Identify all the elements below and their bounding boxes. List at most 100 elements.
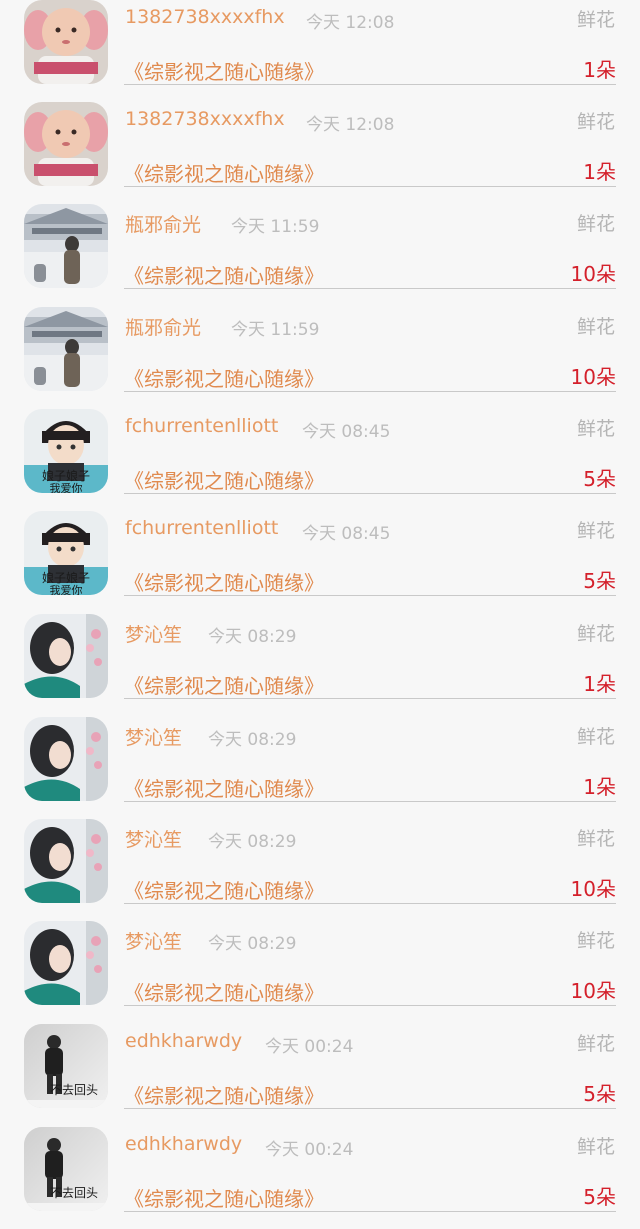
gift-count: 1朵 <box>583 58 616 82</box>
gift-type-label: 鲜花 <box>576 9 615 31</box>
username-link[interactable]: edhkharwdy <box>125 1030 242 1052</box>
work-title-link[interactable]: 《综影视之随心随缘》 <box>124 158 324 187</box>
snow-palace-avatar[interactable] <box>24 204 108 288</box>
gift-record-row[interactable]: 1382738xxxxfhx 今天 12:08 鲜花 《综影视之随心随缘》 1朵 <box>0 102 640 204</box>
gift-count: 1朵 <box>583 672 616 696</box>
timestamp: 今天 08:29 <box>208 934 297 954</box>
baby-avatar[interactable] <box>24 102 108 186</box>
gift-record-list: 1382738xxxxfhx 今天 12:08 鲜花 《综影视之随心随缘》 1朵… <box>0 0 640 1212</box>
gift-count: 10朵 <box>570 365 616 389</box>
row-divider <box>124 1005 616 1006</box>
username-link[interactable]: fchurrentenlliott <box>125 415 278 437</box>
work-title-link[interactable]: 《综影视之随心随缘》 <box>124 977 324 1006</box>
walking-man-avatar[interactable]: 不去回头 <box>24 1127 108 1211</box>
gift-count: 10朵 <box>570 262 616 286</box>
gift-record-row[interactable]: 不去回头 edhkharwdy 今天 00:24 鲜花 《综影视之随心随缘》 5… <box>0 1127 640 1229</box>
gift-count: 1朵 <box>583 775 616 799</box>
work-title-link[interactable]: 《综影视之随心随缘》 <box>124 465 324 494</box>
gift-count: 5朵 <box>583 1185 616 1209</box>
work-title-link[interactable]: 《综影视之随心随缘》 <box>124 773 324 802</box>
username-link[interactable]: edhkharwdy <box>125 1133 242 1155</box>
work-title-link[interactable]: 《综影视之随心随缘》 <box>124 1183 324 1212</box>
username-link[interactable]: fchurrentenlliott <box>125 517 278 539</box>
gift-count: 5朵 <box>583 467 616 491</box>
gift-record-row[interactable]: 瓶邪俞光 今天 11:59 鲜花 《综影视之随心随缘》 10朵 <box>0 204 640 306</box>
svg-text:我爱你: 我爱你 <box>50 482 83 493</box>
gift-type-label: 鲜花 <box>576 828 615 850</box>
work-title-link[interactable]: 《综影视之随心随缘》 <box>124 567 324 596</box>
gift-record-row[interactable]: 娘子娘子 我爱你 fchurrentenlliott 今天 08:45 鲜花 《… <box>0 409 640 511</box>
gift-type-label: 鲜花 <box>576 213 615 235</box>
girl-flowers-avatar[interactable] <box>24 717 108 801</box>
username-link[interactable]: 梦沁笙 <box>125 620 182 647</box>
gift-record-row[interactable]: 不去回头 edhkharwdy 今天 00:24 鲜花 《综影视之随心随缘》 5… <box>0 1024 640 1126</box>
username-link[interactable]: 瓶邪俞光 <box>125 313 201 340</box>
work-title-link[interactable]: 《综影视之随心随缘》 <box>124 670 324 699</box>
svg-text:不去回头: 不去回头 <box>50 1083 98 1097</box>
username-link[interactable]: 梦沁笙 <box>125 723 182 750</box>
row-divider <box>124 903 616 904</box>
gift-record-row[interactable]: 娘子娘子 我爱你 fchurrentenlliott 今天 08:45 鲜花 《… <box>0 511 640 613</box>
gift-record-row[interactable]: 1382738xxxxfhx 今天 12:08 鲜花 《综影视之随心随缘》 1朵 <box>0 0 640 102</box>
timestamp: 今天 08:29 <box>208 730 297 750</box>
gift-record-row[interactable]: 梦沁笙 今天 08:29 鲜花 《综影视之随心随缘》 1朵 <box>0 614 640 716</box>
timestamp: 今天 11:59 <box>231 320 320 340</box>
row-divider <box>124 698 616 699</box>
row-divider <box>124 801 616 802</box>
timestamp: 今天 08:45 <box>302 524 391 544</box>
girl-flowers-avatar[interactable] <box>24 819 108 903</box>
walking-man-avatar[interactable]: 不去回头 <box>24 1024 108 1108</box>
timestamp: 今天 08:29 <box>208 627 297 647</box>
svg-text:娘子娘子: 娘子娘子 <box>42 468 90 483</box>
gift-count: 1朵 <box>583 160 616 184</box>
anime-boy-avatar[interactable]: 娘子娘子 我爱你 <box>24 409 108 493</box>
row-divider <box>124 84 616 85</box>
timestamp: 今天 11:59 <box>231 217 320 237</box>
gift-type-label: 鲜花 <box>576 316 615 338</box>
svg-text:娘子娘子: 娘子娘子 <box>42 570 90 585</box>
timestamp: 今天 00:24 <box>265 1037 354 1057</box>
row-divider <box>124 595 616 596</box>
gift-type-label: 鲜花 <box>576 726 615 748</box>
timestamp: 今天 00:24 <box>265 1140 354 1160</box>
work-title-link[interactable]: 《综影视之随心随缘》 <box>124 1080 324 1109</box>
girl-flowers-avatar[interactable] <box>24 921 108 1005</box>
row-divider <box>124 493 616 494</box>
gift-type-label: 鲜花 <box>576 623 615 645</box>
work-title-link[interactable]: 《综影视之随心随缘》 <box>124 260 324 289</box>
gift-record-row[interactable]: 梦沁笙 今天 08:29 鲜花 《综影视之随心随缘》 10朵 <box>0 819 640 921</box>
row-divider <box>124 1108 616 1109</box>
username-link[interactable]: 梦沁笙 <box>125 825 182 852</box>
username-link[interactable]: 1382738xxxxfhx <box>125 6 285 28</box>
snow-palace-avatar[interactable] <box>24 307 108 391</box>
gift-type-label: 鲜花 <box>576 520 615 542</box>
work-title-link[interactable]: 《综影视之随心随缘》 <box>124 363 324 392</box>
gift-type-label: 鲜花 <box>576 1033 615 1055</box>
gift-count: 10朵 <box>570 979 616 1003</box>
work-title-link[interactable]: 《综影视之随心随缘》 <box>124 56 324 85</box>
timestamp: 今天 12:08 <box>306 13 395 33</box>
row-divider <box>124 391 616 392</box>
svg-text:我爱你: 我爱你 <box>50 584 83 595</box>
anime-boy-avatar[interactable]: 娘子娘子 我爱你 <box>24 511 108 595</box>
gift-count: 5朵 <box>583 569 616 593</box>
timestamp: 今天 08:29 <box>208 832 297 852</box>
gift-record-row[interactable]: 梦沁笙 今天 08:29 鲜花 《综影视之随心随缘》 10朵 <box>0 921 640 1023</box>
row-divider <box>124 186 616 187</box>
girl-flowers-avatar[interactable] <box>24 614 108 698</box>
row-divider <box>124 288 616 289</box>
gift-record-row[interactable]: 瓶邪俞光 今天 11:59 鲜花 《综影视之随心随缘》 10朵 <box>0 307 640 409</box>
username-link[interactable]: 梦沁笙 <box>125 927 182 954</box>
username-link[interactable]: 瓶邪俞光 <box>125 210 201 237</box>
gift-count: 5朵 <box>583 1082 616 1106</box>
baby-avatar[interactable] <box>24 0 108 84</box>
gift-type-label: 鲜花 <box>576 111 615 133</box>
gift-count: 10朵 <box>570 877 616 901</box>
gift-record-row[interactable]: 梦沁笙 今天 08:29 鲜花 《综影视之随心随缘》 1朵 <box>0 717 640 819</box>
timestamp: 今天 08:45 <box>302 422 391 442</box>
work-title-link[interactable]: 《综影视之随心随缘》 <box>124 875 324 904</box>
username-link[interactable]: 1382738xxxxfhx <box>125 108 285 130</box>
timestamp: 今天 12:08 <box>306 115 395 135</box>
gift-type-label: 鲜花 <box>576 930 615 952</box>
gift-type-label: 鲜花 <box>576 1136 615 1158</box>
